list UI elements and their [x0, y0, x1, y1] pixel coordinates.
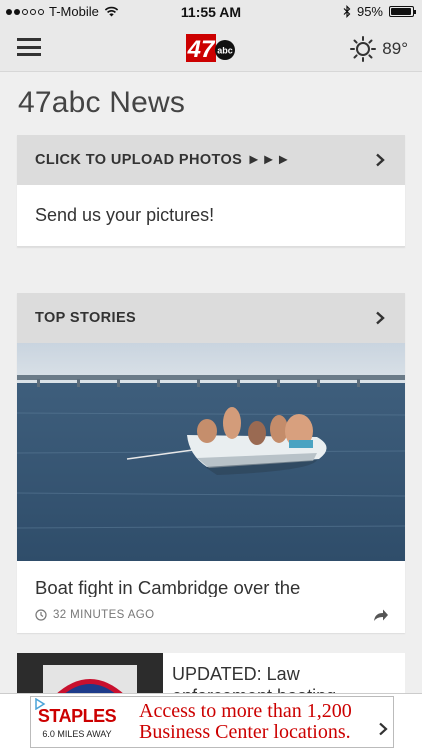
temperature: 89°: [382, 39, 408, 58]
page-title: 47abc News: [18, 86, 186, 119]
story-time: 32 MINUTES AGO: [53, 609, 155, 621]
menu-icon-line: [17, 53, 41, 56]
chevron-right-icon: [376, 311, 385, 325]
ad-line-1: Access to more than 1,200: [139, 700, 352, 722]
ad-brand-name: STAPLES: [37, 705, 117, 726]
battery-group: 95%: [343, 4, 416, 19]
top-stories-label: TOP STORIES: [35, 310, 137, 326]
top-stories-header[interactable]: TOP STORIES: [17, 293, 405, 343]
story-headline: UPDATED: Law enforcement boating: [172, 664, 337, 697]
ad-content[interactable]: STAPLES 6.0 MILES AWAY Access to more th…: [30, 696, 394, 748]
bluetooth-icon: [343, 5, 351, 18]
ad-distance: 6.0 MILES AWAY: [42, 728, 112, 739]
battery-percent: 95%: [356, 4, 383, 19]
top-bar: T-Mobile 11:55 AM 95% 47 abc 89°: [0, 0, 422, 72]
upload-photos-label: CLICK TO UPLOAD PHOTOS ►►►: [35, 152, 291, 168]
upload-prompt[interactable]: Send us your pictures!: [17, 185, 405, 247]
station-logo[interactable]: 47 abc: [186, 34, 236, 63]
story-timestamp: 32 MINUTES AGO: [35, 609, 154, 621]
upload-card: CLICK TO UPLOAD PHOTOS ►►► Send us your …: [17, 135, 405, 247]
chevron-right-icon: [376, 153, 385, 167]
menu-icon-line: [17, 45, 41, 49]
chevron-right-icon[interactable]: [378, 722, 388, 736]
sun-icon: [350, 36, 377, 62]
menu-icon-line: [17, 38, 41, 41]
svg-text:47: 47: [187, 36, 216, 62]
menu-button[interactable]: [17, 38, 41, 56]
svg-text:abc: abc: [217, 46, 233, 56]
story-headline[interactable]: Boat fight in Cambridge over the: [17, 561, 405, 597]
battery-icon: [389, 6, 416, 17]
status-bar: T-Mobile 11:55 AM 95%: [0, 0, 422, 24]
ad-copy: Access to more than 1,200 Business Cente…: [123, 701, 352, 743]
story-image[interactable]: [17, 343, 405, 561]
top-stories-card: TOP STORIES Boat fight in Cambridge over…: [17, 293, 405, 633]
weather-widget[interactable]: 89°: [350, 36, 408, 62]
ad-banner[interactable]: STAPLES 6.0 MILES AWAY Access to more th…: [0, 693, 422, 750]
ad-line-2: Business Center locations.: [139, 721, 351, 743]
upload-photos-header[interactable]: CLICK TO UPLOAD PHOTOS ►►►: [17, 135, 405, 185]
share-icon[interactable]: [373, 608, 389, 622]
story-thumbnail: [17, 653, 163, 697]
story-list-item[interactable]: UPDATED: Law enforcement boating: [17, 653, 405, 697]
ad-brand: STAPLES 6.0 MILES AWAY: [31, 698, 123, 746]
clock-icon: [35, 609, 47, 621]
